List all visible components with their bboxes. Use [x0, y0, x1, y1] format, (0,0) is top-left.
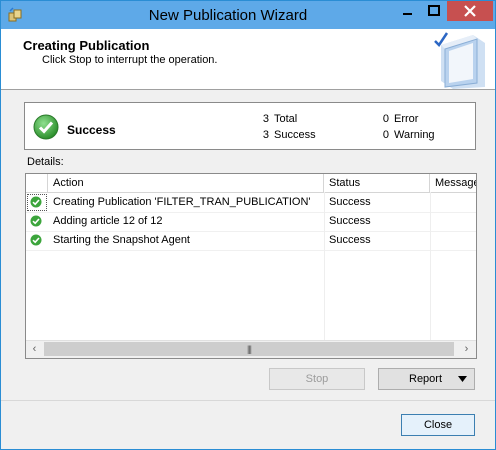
row-status: Success [329, 234, 371, 246]
minimize-icon [403, 13, 412, 15]
icon-column-header[interactable] [26, 174, 48, 192]
warning-count: 0 [382, 129, 389, 141]
column-header-status[interactable]: Status [324, 174, 430, 192]
total-count: 3 [262, 113, 269, 125]
column-header-action[interactable]: Action [48, 174, 324, 192]
close-window-button[interactable] [447, 1, 493, 21]
wizard-header: Creating Publication Click Stop to inter… [1, 29, 495, 90]
success-icon [30, 215, 42, 227]
success-check-icon [33, 114, 59, 140]
report-button-label: Report [409, 373, 443, 385]
book-icon [434, 32, 485, 89]
details-grid[interactable]: Action Status Message Creating Publicati… [25, 173, 477, 359]
row-status: Success [329, 215, 371, 227]
column-divider [430, 192, 431, 340]
page-title: Creating Publication [23, 38, 150, 53]
dropdown-arrow-icon [458, 376, 467, 382]
table-row[interactable]: Creating Publication 'FILTER_TRAN_PUBLIC… [26, 193, 476, 213]
row-status: Success [329, 196, 371, 208]
status-summary-panel: Success 3 Total 3 Success 0 Error 0 Warn… [24, 102, 476, 150]
table-row[interactable]: Starting the Snapshot Agent Success [26, 231, 476, 251]
report-button[interactable]: Report [378, 368, 475, 390]
overall-status-label: Success [67, 123, 116, 137]
horizontal-scrollbar[interactable]: ‹ ||| › [26, 340, 476, 358]
close-button[interactable]: Close [401, 414, 475, 436]
maximize-button[interactable] [421, 1, 447, 21]
scroll-right-arrow-icon[interactable]: › [458, 341, 475, 358]
scroll-left-arrow-icon[interactable]: ‹ [26, 341, 43, 358]
row-message [430, 212, 476, 231]
row-icon-cell [26, 212, 48, 231]
success-icon [30, 196, 42, 208]
title-bar[interactable]: New Publication Wizard [1, 1, 495, 29]
row-icon-cell [26, 231, 48, 250]
row-action: Adding article 12 of 12 [53, 215, 163, 227]
maximize-icon [428, 5, 440, 16]
row-message [430, 231, 476, 250]
footer-divider [1, 400, 495, 401]
row-action: Creating Publication 'FILTER_TRAN_PUBLIC… [53, 196, 311, 208]
table-row[interactable]: Adding article 12 of 12 Success [26, 212, 476, 232]
row-icon-cell [26, 193, 48, 212]
error-label: Error [394, 113, 419, 125]
success-icon [30, 234, 42, 246]
scrollbar-thumb[interactable]: ||| [44, 342, 454, 356]
grid-header: Action Status Message [26, 174, 476, 193]
details-label: Details: [27, 156, 64, 168]
warning-label: Warning [394, 129, 435, 141]
close-icon [464, 5, 476, 17]
success-count: 3 [262, 129, 269, 141]
column-divider [324, 192, 325, 340]
page-subtitle: Click Stop to interrupt the operation. [42, 54, 218, 66]
row-message [430, 193, 476, 212]
minimize-button[interactable] [394, 1, 420, 21]
stop-button[interactable]: Stop [269, 368, 365, 390]
error-count: 0 [382, 113, 389, 125]
column-header-message[interactable]: Message [430, 174, 476, 192]
total-label: Total [274, 113, 298, 125]
wizard-window: New Publication Wizard Creating Publicat… [0, 0, 496, 450]
success-label: Success [274, 129, 316, 141]
row-action: Starting the Snapshot Agent [53, 234, 190, 246]
